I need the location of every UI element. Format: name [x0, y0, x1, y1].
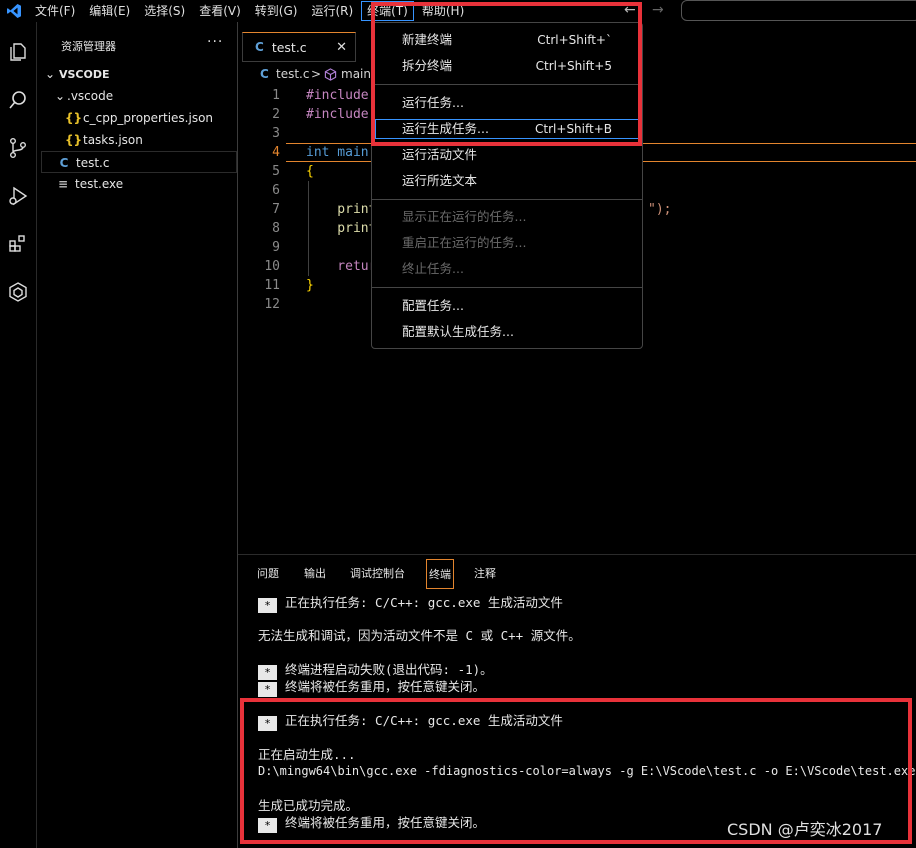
line-number: 12: [264, 297, 280, 312]
menu-separator: [372, 199, 642, 200]
terminal-star-marker: *: [258, 682, 277, 697]
terminal-line: * 正在执行任务: C/C++: gcc.exe 生成活动文件: [258, 594, 563, 613]
line-number: 3: [272, 126, 280, 141]
sidebar-title: 资源管理器: [61, 40, 116, 53]
line-number: 7: [272, 202, 280, 217]
annotation-highlight-menu: [371, 2, 642, 146]
search-icon[interactable]: [4, 86, 32, 114]
arrow-right-icon[interactable]: →: [652, 0, 668, 22]
tab-comments[interactable]: 注释: [474, 559, 496, 589]
extensions-icon[interactable]: [4, 230, 32, 258]
vscode-logo-icon: [0, 0, 28, 22]
code-line: print: [306, 221, 377, 236]
c-file-icon: C: [255, 40, 264, 54]
tab-problems[interactable]: 问题: [257, 559, 279, 589]
workspace-folder-label: VSCODE: [59, 68, 110, 81]
menu-item-terminate-task: 终止任务...: [372, 256, 642, 282]
menu-item-label: 显示正在运行的任务...: [402, 209, 527, 224]
breadcrumb-separator: >: [311, 67, 322, 81]
tab-label: test.c: [271, 39, 307, 55]
code-line: int main(: [306, 145, 377, 160]
code-line: {: [306, 164, 314, 179]
watermark: CSDN @卢奕冰2017: [727, 820, 883, 839]
tree-item-label: test.exe: [75, 177, 124, 191]
menu-edit[interactable]: 编辑(E): [82, 0, 137, 22]
menu-item-configure-default-build-task[interactable]: 配置默认生成任务...: [372, 319, 642, 345]
breadcrumb-file[interactable]: test.c: [276, 64, 309, 84]
menu-go[interactable]: 转到(G): [248, 0, 305, 22]
tree-item-label: .vscode: [67, 89, 114, 103]
menu-selection[interactable]: 选择(S): [137, 0, 192, 22]
terminal-line-text: 终端将被任务重用，按任意键关闭。: [285, 679, 486, 694]
command-center-search[interactable]: [681, 0, 916, 21]
line-number: 2: [272, 107, 280, 122]
activity-bar: [0, 22, 36, 848]
c-file-icon: C: [260, 67, 269, 81]
tab-test-c[interactable]: C test.c ✕: [242, 32, 356, 62]
code-line: }: [306, 278, 314, 293]
terminal-line-text: 无法生成和调试，因为活动文件不是 C 或 C++ 源文件。: [258, 628, 581, 643]
tree-folder-vscode[interactable]: ⌄ .vscode: [41, 85, 237, 107]
tree-item-label: tasks.json: [83, 133, 143, 147]
menu-file[interactable]: 文件(F): [28, 0, 82, 22]
run-debug-icon[interactable]: [4, 182, 32, 210]
tab-debug-console[interactable]: 调试控制台: [350, 559, 405, 589]
terminal-line-text: 终端进程启动失败(退出代码: -1)。: [285, 662, 493, 677]
menu-item-show-running-tasks: 显示正在运行的任务...: [372, 204, 642, 230]
menu-view[interactable]: 查看(V): [192, 0, 248, 22]
close-icon[interactable]: ✕: [336, 40, 347, 55]
menu-item-label: 运行所选文本: [402, 173, 478, 188]
code-line: print: [306, 202, 377, 217]
tab-terminal[interactable]: 终端: [426, 559, 454, 589]
line-number: 8: [272, 221, 280, 236]
menu-separator: [372, 287, 642, 288]
tree-item-label: test.c: [76, 156, 110, 170]
line-number: 10: [264, 259, 280, 274]
menu-item-run-selected-text[interactable]: 运行所选文本: [372, 168, 642, 194]
menu-item-label: 重启正在运行的任务...: [402, 235, 527, 250]
line-number: 1: [272, 88, 280, 103]
code-line: retur: [306, 259, 377, 274]
menu-item-label: 配置任务...: [402, 298, 464, 313]
code-fragment: ");: [648, 202, 672, 217]
menu-item-restart-running-task: 重启正在运行的任务...: [372, 230, 642, 256]
breadcrumb-symbol[interactable]: main: [341, 64, 371, 84]
workspace-folder[interactable]: ⌄ VSCODE: [41, 63, 237, 85]
c-file-icon: C: [59, 156, 69, 170]
terminal-star-marker: *: [258, 598, 277, 613]
menu-item-configure-tasks[interactable]: 配置任务...: [372, 293, 642, 319]
tree-file-tasks[interactable]: {}tasks.json: [41, 129, 237, 151]
json-icon: {}: [65, 133, 83, 147]
code-line: #include: [306, 107, 369, 122]
tab-output[interactable]: 输出: [304, 559, 326, 589]
line-number: 5: [272, 164, 280, 179]
chevron-down-icon: ⌄: [55, 89, 66, 103]
terminal-line: 无法生成和调试，因为活动文件不是 C 或 C++ 源文件。: [258, 627, 581, 644]
menu-item-label: 配置默认生成任务...: [402, 324, 514, 339]
line-number: 11: [264, 278, 280, 293]
tree-file-test-c[interactable]: Ctest.c: [41, 151, 237, 173]
explorer-icon[interactable]: [4, 38, 32, 66]
tree-file-c-cpp-properties[interactable]: {}c_cpp_properties.json: [41, 107, 237, 129]
json-icon: {}: [65, 111, 83, 125]
explorer-sidebar: 资源管理器 ··· ⌄ VSCODE ⌄ .vscode {}c_cpp_prope…: [36, 22, 238, 848]
chevron-down-icon: ⌄: [44, 67, 56, 81]
menu-item-label: 终止任务...: [402, 261, 464, 276]
file-lines-icon: ≡: [57, 177, 69, 191]
tree-file-test-exe[interactable]: ≡ test.exe: [41, 173, 237, 195]
more-actions-icon[interactable]: ···: [207, 34, 223, 50]
line-number: 6: [272, 183, 280, 198]
line-number: 9: [272, 240, 280, 255]
source-control-icon[interactable]: [4, 134, 32, 162]
code-line: #include: [306, 88, 369, 103]
tree-item-label: c_cpp_properties.json: [83, 111, 214, 125]
terminal-line: * 终端将被任务重用，按任意键关闭。: [258, 678, 485, 697]
menu-run[interactable]: 运行(R): [304, 0, 360, 22]
line-number: 4: [272, 145, 280, 160]
terminal-line-text: 正在执行任务: C/C++: gcc.exe 生成活动文件: [285, 595, 563, 610]
remote-explorer-icon[interactable]: [4, 278, 32, 306]
